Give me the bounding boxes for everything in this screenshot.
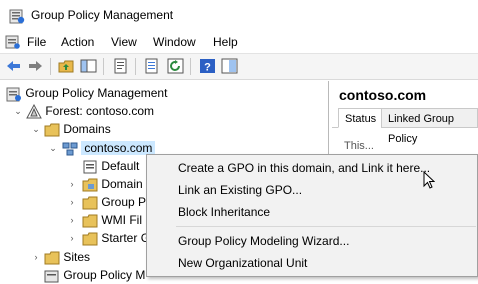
tree-node-domain-controllers[interactable]: Domain bbox=[82, 175, 143, 193]
mouse-cursor-icon bbox=[423, 171, 435, 189]
tree-node-forest[interactable]: Forest: contoso.com bbox=[26, 102, 154, 120]
collapse-chevron-icon[interactable]: ⌄ bbox=[13, 106, 23, 116]
menu-item-modeling-wizard[interactable]: Group Policy Modeling Wizard... bbox=[178, 234, 349, 248]
menu-item-block-inheritance[interactable]: Block Inheritance bbox=[178, 205, 270, 219]
tree-node-root-label: Group Policy Management bbox=[25, 86, 168, 100]
tree-node-domain-label: contoso.com bbox=[81, 141, 156, 155]
back-arrow-icon[interactable] bbox=[5, 58, 22, 74]
tree-node-root[interactable]: Group Policy Management bbox=[6, 84, 167, 102]
console-pane-icon[interactable] bbox=[221, 58, 238, 74]
tree-node-modeling-label: Group Policy M bbox=[63, 268, 146, 282]
menu-item-link-existing-gpo[interactable]: Link an Existing GPO... bbox=[178, 183, 302, 197]
expand-chevron-icon[interactable]: › bbox=[31, 252, 41, 262]
svg-text:?: ? bbox=[204, 62, 211, 74]
tree-node-group-policy-objects[interactable]: Group P bbox=[82, 193, 146, 211]
system-menu-icon[interactable] bbox=[5, 34, 21, 50]
menu-view[interactable]: View bbox=[111, 35, 137, 49]
menu-item-create-gpo-and-link[interactable]: Create a GPO in this domain, and Link it… bbox=[178, 161, 430, 175]
tree-node-wmi-filters[interactable]: WMI Fil bbox=[82, 211, 142, 229]
folder-icon bbox=[44, 251, 60, 265]
tree-node-modeling[interactable]: Group Policy M bbox=[44, 266, 145, 284]
tree-node-label: WMI Fil bbox=[101, 213, 142, 227]
tree-node-sites[interactable]: Sites bbox=[44, 248, 90, 266]
window-title: Group Policy Management bbox=[31, 8, 174, 22]
refresh-icon[interactable] bbox=[167, 58, 184, 74]
modeling-icon bbox=[44, 270, 59, 283]
expand-chevron-icon[interactable]: › bbox=[67, 233, 77, 243]
forest-icon bbox=[26, 103, 42, 119]
tab-status[interactable]: Status bbox=[338, 108, 384, 128]
toolbar-separator bbox=[190, 58, 191, 75]
tree-node-default-domain-policy[interactable]: Default bbox=[82, 157, 139, 175]
tree-node-sites-label: Sites bbox=[63, 250, 91, 264]
toolbar-separator bbox=[103, 58, 104, 75]
collapse-chevron-icon[interactable]: ⌄ bbox=[31, 124, 41, 134]
up-folder-icon[interactable] bbox=[58, 58, 75, 74]
export-list-icon[interactable] bbox=[144, 58, 161, 74]
details-title: contoso.com bbox=[339, 87, 427, 103]
tree-node-label: Starter G bbox=[101, 231, 151, 245]
tree-node-starter-gpos[interactable]: Starter G bbox=[82, 229, 150, 247]
tree-node-domains-label: Domains bbox=[63, 122, 111, 136]
show-hide-tree-icon[interactable] bbox=[80, 58, 97, 74]
menu-item-new-ou[interactable]: New Organizational Unit bbox=[178, 256, 307, 270]
domain-icon bbox=[62, 142, 78, 156]
expand-chevron-icon[interactable]: › bbox=[67, 215, 77, 225]
group-policy-icon bbox=[6, 87, 21, 102]
menu-window[interactable]: Window bbox=[153, 35, 196, 49]
ou-folder-icon bbox=[82, 178, 98, 192]
folder-icon bbox=[82, 214, 98, 228]
menu-separator bbox=[176, 226, 476, 227]
toolbar-separator bbox=[50, 58, 51, 75]
status-text: This... bbox=[344, 140, 374, 152]
tree-node-label: Domain bbox=[101, 177, 143, 191]
tree-node-forest-label: Forest: contoso.com bbox=[45, 104, 155, 118]
group-policy-app-icon bbox=[9, 9, 25, 24]
menu-action[interactable]: Action bbox=[61, 35, 94, 49]
expand-chevron-icon[interactable]: › bbox=[67, 179, 77, 189]
tree-node-label: Default bbox=[101, 159, 140, 173]
tree-node-label: Group P bbox=[101, 195, 147, 209]
folder-icon bbox=[82, 232, 98, 246]
tree-node-domains[interactable]: Domains bbox=[44, 120, 111, 138]
folder-icon bbox=[44, 123, 60, 137]
help-icon[interactable]: ? bbox=[199, 58, 216, 74]
toolbar-separator bbox=[135, 58, 136, 75]
menu-file[interactable]: File bbox=[27, 35, 46, 49]
properties-icon[interactable] bbox=[112, 58, 129, 74]
tab-linked-gpos[interactable]: Linked Group Policy bbox=[381, 108, 478, 145]
expand-chevron-icon[interactable]: › bbox=[67, 197, 77, 207]
collapse-chevron-icon[interactable]: ⌄ bbox=[48, 143, 58, 153]
gpo-link-icon bbox=[83, 160, 97, 174]
folder-icon bbox=[82, 196, 98, 210]
menu-help[interactable]: Help bbox=[213, 35, 238, 49]
tree-node-domain[interactable]: contoso.com bbox=[62, 139, 156, 157]
forward-arrow-icon[interactable] bbox=[27, 58, 44, 74]
